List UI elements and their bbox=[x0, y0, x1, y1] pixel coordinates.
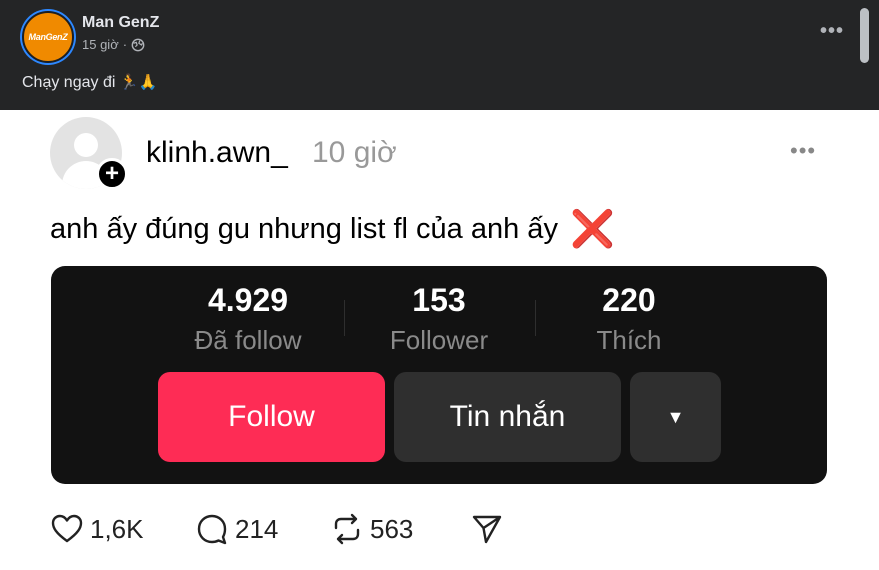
threads-action-bar: 1,6K 214 563 bbox=[50, 512, 550, 552]
stat-label: Đã follow bbox=[194, 325, 302, 355]
stat-value: 4.929 bbox=[207, 282, 289, 318]
stat-label: Thích bbox=[596, 325, 662, 355]
caption-text: Chạy ngay đi bbox=[22, 74, 116, 91]
stat-value: 153 bbox=[412, 282, 466, 318]
message-button: Tin nhắn bbox=[394, 372, 621, 462]
threads-post-text: anh ấy đúng gu nhưng list fl của anh ấy … bbox=[50, 211, 615, 247]
stat-followers: 153 Follower bbox=[344, 282, 534, 356]
post-more-options-button[interactable]: ••• bbox=[820, 20, 844, 43]
dot-separator: · bbox=[122, 37, 128, 52]
comment-action: 214 bbox=[195, 512, 278, 546]
threads-more-icon: ••• bbox=[790, 138, 817, 163]
comment-count: 214 bbox=[235, 513, 279, 544]
like-action: 1,6K bbox=[50, 512, 144, 546]
stat-likes: 220 Thích bbox=[534, 282, 724, 356]
avatar-logo-text: ManGenZ bbox=[28, 32, 68, 42]
plus-icon: + bbox=[96, 158, 128, 190]
threads-text: anh ấy đúng gu nhưng list fl của anh ấy bbox=[50, 212, 558, 245]
stat-value: 220 bbox=[602, 282, 656, 318]
globe-icon bbox=[131, 38, 145, 51]
post-caption: Chạy ngay đi 🏃🙏 bbox=[22, 73, 157, 92]
repost-icon bbox=[334, 513, 360, 545]
comment-icon bbox=[197, 514, 227, 545]
page-avatar[interactable]: ManGenZ bbox=[22, 11, 74, 63]
repost-count: 563 bbox=[370, 513, 414, 544]
dropdown-button: ▼ bbox=[630, 372, 721, 462]
heart-icon bbox=[51, 514, 83, 543]
cross-mark-icon: ❌ bbox=[569, 208, 615, 249]
threads-time: 10 giờ bbox=[312, 136, 397, 169]
follow-button: Follow bbox=[158, 372, 385, 462]
send-icon bbox=[472, 515, 502, 544]
page-name[interactable]: Man GenZ bbox=[82, 14, 159, 32]
like-count: 1,6K bbox=[90, 513, 144, 544]
threads-username: klinh.awn_ bbox=[146, 136, 288, 169]
avatar-head-shape bbox=[74, 133, 98, 157]
post-meta: 15 giờ · bbox=[82, 37, 145, 52]
repost-action: 563 bbox=[330, 512, 413, 546]
stat-following: 4.929 Đã follow bbox=[153, 282, 343, 356]
stat-label: Follower bbox=[389, 325, 489, 355]
share-action bbox=[470, 512, 504, 546]
scrollbar[interactable] bbox=[860, 8, 869, 63]
post-time[interactable]: 15 giờ bbox=[82, 37, 119, 52]
caption-emoji: 🏃🙏 bbox=[119, 74, 158, 91]
